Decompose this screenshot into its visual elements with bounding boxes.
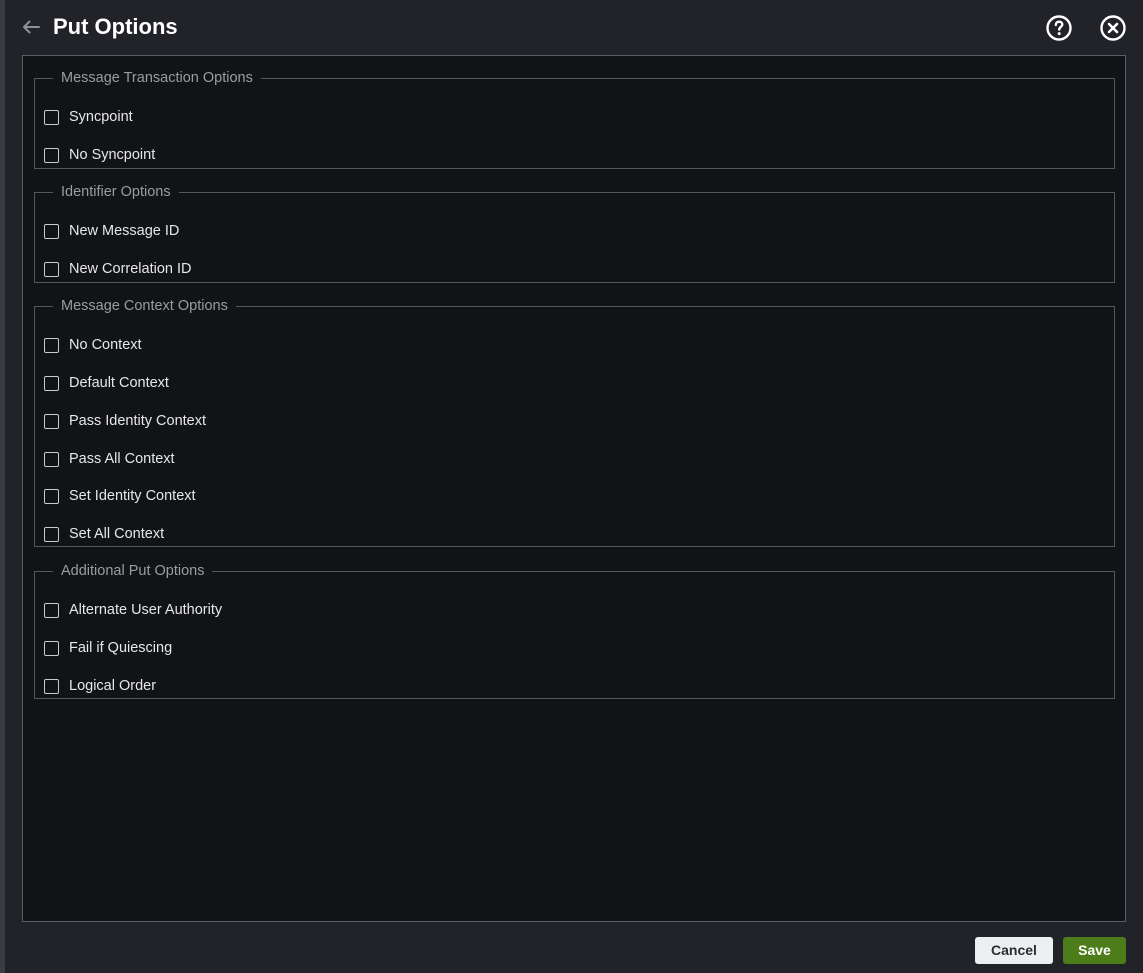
checkbox[interactable] — [44, 109, 59, 125]
checkbox[interactable] — [44, 223, 59, 239]
checkbox[interactable] — [44, 640, 59, 656]
checkbox[interactable] — [44, 678, 59, 694]
message-context-options-group: Message Context Options No Context Defau… — [34, 297, 1115, 547]
additional-put-options-group: Additional Put Options Alternate User Au… — [34, 562, 1115, 699]
checkbox[interactable] — [44, 261, 59, 277]
section-legend: Additional Put Options — [61, 563, 205, 579]
option-pass-all-context[interactable]: Pass All Context — [44, 449, 175, 469]
section-legend: Identifier Options — [61, 184, 171, 200]
option-syncpoint[interactable]: Syncpoint — [44, 107, 133, 127]
option-pass-identity-context[interactable]: Pass Identity Context — [44, 411, 206, 431]
option-label: Syncpoint — [69, 109, 133, 125]
close-icon[interactable] — [1099, 14, 1127, 42]
cancel-button[interactable]: Cancel — [975, 937, 1053, 964]
section-legend: Message Transaction Options — [61, 70, 253, 86]
option-new-correlation-id[interactable]: New Correlation ID — [44, 259, 192, 279]
section-legend: Message Context Options — [61, 298, 228, 314]
option-set-all-context[interactable]: Set All Context — [44, 524, 164, 544]
put-options-dialog: Put Options Message Transaction Options … — [5, 0, 1143, 973]
page-title: Put Options — [53, 14, 178, 39]
option-default-context[interactable]: Default Context — [44, 373, 169, 393]
checkbox[interactable] — [44, 375, 59, 391]
option-label: New Message ID — [69, 223, 180, 239]
identifier-options-group: Identifier Options New Message ID New Co… — [34, 183, 1115, 283]
option-label: New Correlation ID — [69, 261, 192, 277]
option-label: Default Context — [69, 375, 169, 391]
option-label: Set Identity Context — [69, 488, 196, 504]
option-label: Set All Context — [69, 526, 165, 542]
option-logical-order[interactable]: Logical Order — [44, 676, 156, 696]
help-icon[interactable] — [1045, 14, 1073, 42]
option-new-message-id[interactable]: New Message ID — [44, 221, 179, 241]
options-panel: Message Transaction Options Syncpoint No… — [22, 55, 1126, 922]
option-fail-if-quiescing[interactable]: Fail if Quiescing — [44, 638, 172, 658]
checkbox[interactable] — [44, 337, 59, 353]
message-transaction-options-group: Message Transaction Options Syncpoint No… — [34, 69, 1115, 169]
checkbox[interactable] — [44, 602, 59, 618]
option-label: Alternate User Authority — [69, 602, 223, 618]
dialog-header: Put Options — [5, 0, 1143, 55]
option-label: Fail if Quiescing — [69, 640, 173, 656]
option-label: Pass All Context — [69, 451, 175, 467]
option-no-syncpoint[interactable]: No Syncpoint — [44, 145, 155, 165]
option-label: No Context — [69, 337, 142, 353]
save-button[interactable]: Save — [1063, 937, 1126, 964]
option-label: Logical Order — [69, 678, 157, 694]
arrow-left-icon[interactable] — [20, 16, 42, 38]
option-alternate-user-authority[interactable]: Alternate User Authority — [44, 600, 222, 620]
checkbox[interactable] — [44, 488, 59, 504]
checkbox[interactable] — [44, 413, 59, 429]
option-label: Pass Identity Context — [69, 413, 207, 429]
checkbox[interactable] — [44, 526, 59, 542]
option-no-context[interactable]: No Context — [44, 335, 142, 355]
checkbox[interactable] — [44, 451, 59, 467]
option-label: No Syncpoint — [69, 147, 156, 163]
option-set-identity-context[interactable]: Set Identity Context — [44, 486, 196, 506]
checkbox[interactable] — [44, 147, 59, 163]
